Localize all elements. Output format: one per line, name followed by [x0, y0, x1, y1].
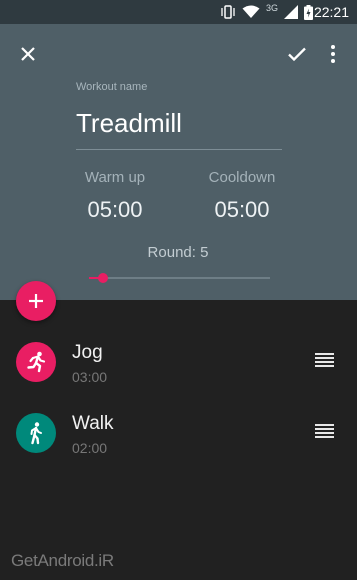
more-options-button[interactable]	[325, 43, 341, 65]
walking-icon	[30, 422, 42, 445]
add-exercise-button[interactable]	[16, 281, 56, 321]
warmup-label: Warm up	[84, 169, 146, 186]
exercise-duration: 02:00	[72, 440, 108, 456]
close-button[interactable]	[17, 43, 39, 65]
signal-icon	[284, 5, 298, 19]
save-button[interactable]	[286, 43, 308, 65]
warmup-time[interactable]: 05:00	[55, 197, 175, 223]
cooldown-time[interactable]: 05:00	[182, 197, 302, 223]
workout-name-label: Workout name	[76, 81, 148, 93]
exercise-title: Walk	[72, 413, 114, 434]
exercise-item-jog[interactable]: Jog 03:00	[0, 333, 357, 393]
check-icon	[288, 47, 306, 62]
round-count-label: Round: 5	[147, 244, 209, 261]
exercise-duration: 03:00	[72, 369, 108, 385]
drag-handle-icon[interactable]	[315, 353, 334, 369]
running-icon	[27, 351, 46, 373]
close-icon	[21, 47, 35, 61]
rounds-slider-track[interactable]	[89, 277, 270, 279]
battery-charging-icon	[304, 4, 313, 20]
plus-icon	[29, 294, 43, 308]
more-vert-icon	[331, 45, 335, 63]
workout-name-underline	[76, 149, 282, 150]
exercise-item-walk[interactable]: Walk 02:00	[0, 404, 357, 464]
exercise-avatar	[16, 342, 56, 382]
status-bar: 3G 22:21	[0, 0, 357, 24]
drag-handle-icon[interactable]	[315, 424, 334, 440]
cooldown-label: Cooldown	[208, 169, 276, 186]
workout-editor-header: Workout name Treadmill Warm up 05:00 Coo…	[0, 24, 357, 300]
exercise-title: Jog	[72, 342, 103, 363]
watermark: GetAndroid.iR	[11, 551, 114, 570]
exercise-avatar	[16, 413, 56, 453]
network-type: 3G	[265, 3, 278, 13]
wifi-icon	[242, 5, 260, 18]
status-icons: 3G	[220, 3, 313, 20]
vibrate-icon	[221, 5, 235, 19]
rounds-slider-thumb[interactable]	[98, 273, 109, 283]
clock: 22:21	[313, 4, 349, 20]
workout-name-input[interactable]: Treadmill	[76, 108, 182, 139]
